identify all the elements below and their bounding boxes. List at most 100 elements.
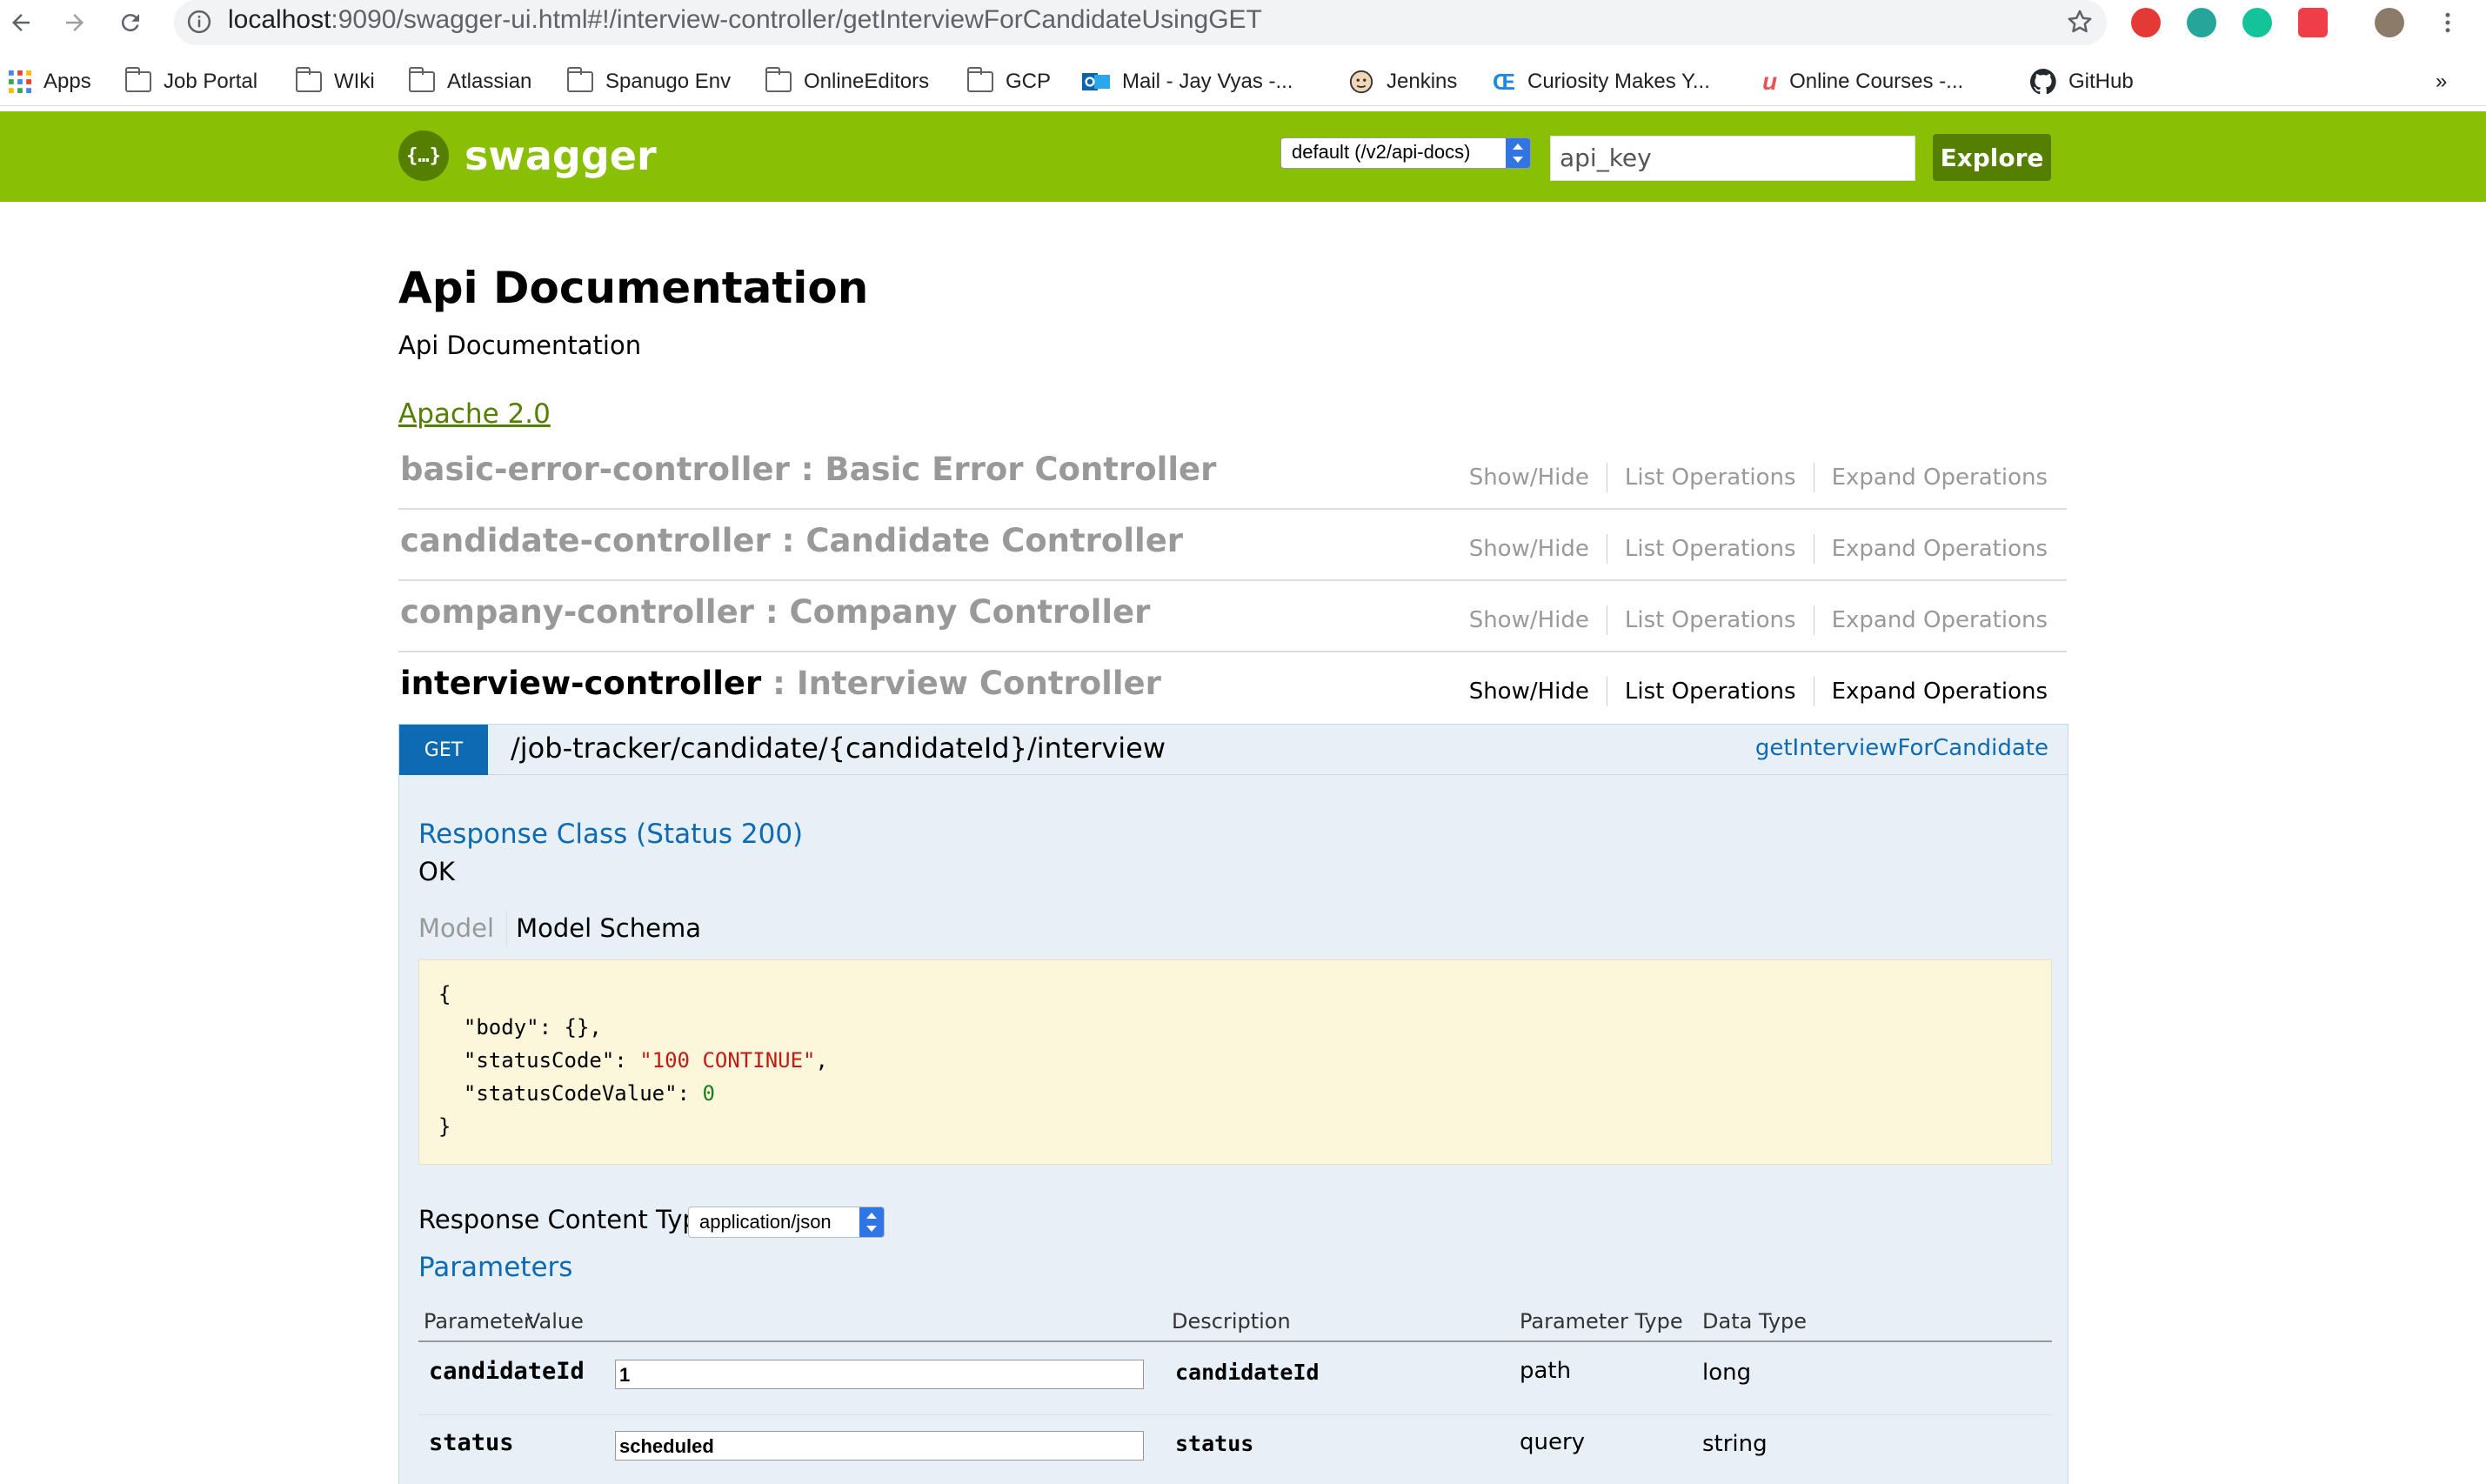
bookmark-online-courses[interactable]: u Online Courses -... bbox=[1762, 64, 1963, 99]
json-string-value: "100 CONTINUE" bbox=[639, 1048, 816, 1073]
resource-description: Company Controller bbox=[789, 593, 1151, 631]
resource-operations: Show/Hide List Operations Expand Operati… bbox=[1469, 463, 2048, 492]
extension-adblock-icon[interactable] bbox=[2131, 8, 2161, 37]
swagger-logo[interactable]: {…} swagger bbox=[398, 130, 657, 181]
parameter-description: candidateId bbox=[1175, 1360, 1320, 1385]
column-header: Data Type bbox=[1702, 1309, 1808, 1334]
operation-path[interactable]: /job-tracker/candidate/{candidateId}/int… bbox=[511, 732, 1166, 765]
show-hide-link[interactable]: Show/Hide bbox=[1469, 465, 1589, 491]
tab-model-schema[interactable]: Model Schema bbox=[516, 913, 701, 943]
bookmark-label: Curiosity Makes Y... bbox=[1527, 70, 1710, 93]
resource-separator: : bbox=[753, 593, 790, 631]
resource-description: Basic Error Controller bbox=[825, 451, 1217, 488]
content-type-label: Response Content Type bbox=[418, 1205, 714, 1234]
tab-model[interactable]: Model bbox=[418, 913, 494, 943]
parameter-data-type: long bbox=[1702, 1360, 1752, 1386]
operation-nickname-link[interactable]: getInterviewForCandidate bbox=[1755, 735, 2048, 761]
bookmark-label: GitHub bbox=[2068, 70, 2134, 93]
operation-heading[interactable]: GET /job-tracker/candidate/{candidateId}… bbox=[399, 725, 2068, 775]
select-arrows-icon bbox=[1506, 138, 1530, 168]
parameter-data-type: string bbox=[1702, 1431, 1768, 1457]
resource-description: Interview Controller bbox=[796, 665, 1161, 702]
bookmarks-bar: Apps Job Portal WIki Atlassian Spanugo E… bbox=[0, 57, 2486, 106]
column-header: Description bbox=[1172, 1309, 1291, 1334]
explore-button[interactable]: Explore bbox=[1933, 134, 2051, 181]
browser-menu-button[interactable] bbox=[2430, 5, 2465, 40]
bookmark-curiosity[interactable]: Œ Curiosity Makes Y... bbox=[1493, 64, 1710, 99]
resource-heading[interactable]: interview-controller : Interview Control… bbox=[400, 665, 1161, 702]
content-type-select[interactable]: application/json bbox=[688, 1207, 885, 1238]
folder-icon bbox=[408, 67, 435, 92]
response-class-title: Response Class (Status 200) bbox=[418, 819, 804, 850]
bookmark-apps[interactable]: Apps bbox=[9, 64, 91, 99]
parameter-row: status scheduled status query string bbox=[418, 1415, 2052, 1484]
github-icon bbox=[2030, 69, 2056, 95]
parameter-value-input[interactable]: 1 bbox=[615, 1360, 1144, 1389]
url-text: localhost:9090/swagger-ui.html#!/intervi… bbox=[228, 5, 1262, 35]
expand-operations-link[interactable]: Expand Operations bbox=[1832, 536, 2048, 562]
bookmark-github[interactable]: GitHub bbox=[2030, 64, 2134, 99]
parameter-name: candidateId bbox=[429, 1358, 585, 1385]
reload-icon bbox=[121, 14, 139, 32]
show-hide-link[interactable]: Show/Hide bbox=[1469, 536, 1589, 562]
back-button[interactable] bbox=[3, 5, 38, 40]
reload-button[interactable] bbox=[113, 5, 148, 40]
resource-name: candidate-controller bbox=[400, 522, 771, 559]
parameter-value-input[interactable]: scheduled bbox=[615, 1431, 1144, 1461]
response-class-value: OK bbox=[418, 857, 455, 886]
bookmark-atlassian[interactable]: Atlassian bbox=[408, 64, 531, 99]
list-operations-link[interactable]: List Operations bbox=[1625, 678, 1796, 705]
resource-heading[interactable]: candidate-controller : Candidate Control… bbox=[400, 522, 1183, 559]
extension-grammarly-icon[interactable] bbox=[2242, 8, 2272, 37]
bookmark-job-portal[interactable]: Job Portal bbox=[124, 64, 258, 99]
page-title: Api Documentation bbox=[398, 263, 869, 313]
profile-avatar[interactable] bbox=[2375, 8, 2404, 37]
forward-button[interactable] bbox=[57, 5, 92, 40]
resource-interview-controller: interview-controller : Interview Control… bbox=[398, 652, 2067, 724]
bookmarks-overflow-button[interactable]: » bbox=[2436, 64, 2447, 99]
license-link[interactable]: Apache 2.0 bbox=[398, 398, 551, 430]
udemy-icon: u bbox=[1762, 68, 1778, 95]
bookmark-star-icon[interactable] bbox=[2065, 7, 2095, 40]
http-method-badge[interactable]: GET bbox=[399, 725, 488, 775]
folder-icon bbox=[566, 67, 593, 92]
folder-icon bbox=[966, 67, 993, 92]
resource-heading[interactable]: basic-error-controller : Basic Error Con… bbox=[400, 451, 1216, 488]
info-icon[interactable] bbox=[186, 9, 212, 38]
json-key: "body" bbox=[463, 1015, 539, 1039]
model-schema-snippet[interactable]: { "body": {}, "statusCode": "100 CONTINU… bbox=[418, 959, 2052, 1165]
bookmark-label: OnlineEditors bbox=[804, 70, 930, 93]
kebab-menu-icon bbox=[2445, 12, 2450, 33]
resource-heading[interactable]: company-controller : Company Controller bbox=[400, 593, 1150, 631]
bookmark-spanugo-env[interactable]: Spanugo Env bbox=[566, 64, 731, 99]
parameter-row: candidateId 1 candidateId path long bbox=[418, 1344, 2052, 1415]
bookmark-mail[interactable]: Mail - Jay Vyas -... bbox=[1082, 64, 1293, 99]
bookmark-label: GCP bbox=[1006, 70, 1052, 93]
arrow-left-icon bbox=[12, 14, 30, 31]
expand-operations-link[interactable]: Expand Operations bbox=[1832, 678, 2048, 705]
extension-pocket-icon[interactable] bbox=[2298, 8, 2328, 37]
api-spec-select[interactable]: default (/v2/api-docs) bbox=[1280, 137, 1531, 169]
api-description: Api Documentation bbox=[398, 331, 642, 360]
swagger-header: {…} swagger default (/v2/api-docs) api_k… bbox=[0, 111, 2486, 202]
bookmark-gcp[interactable]: GCP bbox=[966, 64, 1052, 99]
api-key-input[interactable]: api_key bbox=[1550, 136, 1915, 181]
expand-operations-link[interactable]: Expand Operations bbox=[1832, 607, 2048, 633]
show-hide-link[interactable]: Show/Hide bbox=[1469, 607, 1589, 633]
list-operations-link[interactable]: List Operations bbox=[1625, 465, 1796, 491]
bookmark-online-editors[interactable]: OnlineEditors bbox=[765, 64, 929, 99]
bookmark-jenkins[interactable]: Jenkins bbox=[1348, 64, 1457, 99]
show-hide-link[interactable]: Show/Hide bbox=[1469, 678, 1589, 705]
address-bar[interactable]: localhost:9090/swagger-ui.html#!/intervi… bbox=[174, 0, 2107, 45]
extension-m-icon[interactable] bbox=[2187, 8, 2216, 37]
list-operations-link[interactable]: List Operations bbox=[1625, 536, 1796, 562]
resource-operations: Show/Hide List Operations Expand Operati… bbox=[1469, 605, 2048, 635]
parameter-name: status bbox=[429, 1429, 514, 1456]
expand-operations-link[interactable]: Expand Operations bbox=[1832, 465, 2048, 491]
column-header: Parameter bbox=[424, 1309, 532, 1334]
json-number-value: 0 bbox=[702, 1081, 715, 1106]
url-host: localhost bbox=[228, 5, 331, 34]
bookmark-wiki[interactable]: WIki bbox=[295, 64, 375, 99]
list-operations-link[interactable]: List Operations bbox=[1625, 607, 1796, 633]
bookmark-label: Job Portal bbox=[164, 70, 258, 93]
